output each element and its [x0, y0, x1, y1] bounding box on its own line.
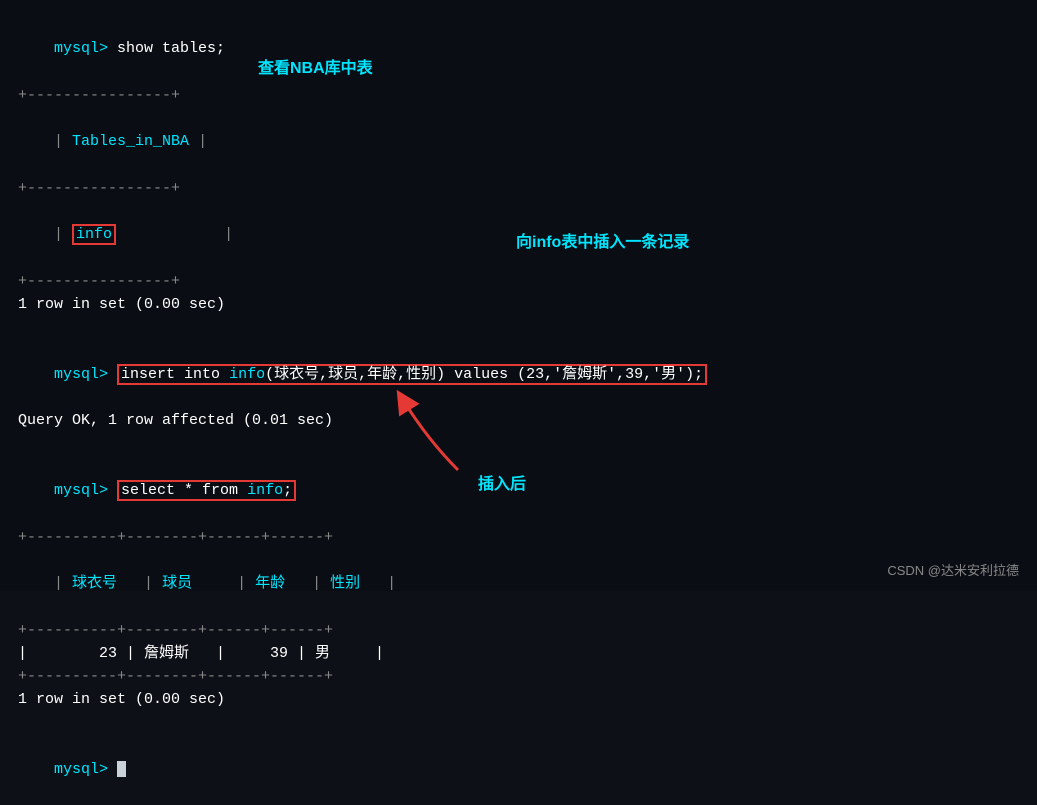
select-header-row: | 球衣号 | 球员 | 年龄 | 性别 | — [18, 549, 1019, 619]
annotation-after-insert: 插入后 — [478, 470, 526, 494]
blank2 — [18, 433, 1019, 456]
select-border-top: +----------+--------+------+------+ — [18, 526, 1019, 549]
terminal-window: mysql> show tables; +----------------+ |… — [0, 0, 1037, 591]
annotation-view-tables: 查看NBA库中表 — [258, 54, 373, 78]
select-data-row: | 23 | 詹姆斯 | 39 | 男 | — [18, 642, 1019, 665]
result-insert: Query OK, 1 row affected (0.01 sec) — [18, 409, 1019, 432]
table-border-bottom: +----------------+ — [18, 270, 1019, 293]
terminal-cursor — [117, 761, 126, 777]
insert-statement: insert into info(球衣号,球员,年龄,性别) values (2… — [117, 364, 707, 385]
select-border-bottom: +----------+--------+------+------+ — [18, 665, 1019, 688]
table-border-mid: +----------------+ — [18, 177, 1019, 200]
select-border-mid: +----------+--------+------+------+ — [18, 619, 1019, 642]
watermark: CSDN @达米安利拉德 — [887, 560, 1019, 579]
result-show-tables: 1 row in set (0.00 sec) — [18, 293, 1019, 316]
cmd-show-tables: mysql> show tables; — [18, 14, 1019, 84]
result-select: 1 row in set (0.00 sec) — [18, 688, 1019, 711]
blank3 — [18, 712, 1019, 735]
select-statement: select * from info; — [117, 480, 296, 501]
info-cell: info — [72, 224, 116, 245]
blank1 — [18, 316, 1019, 339]
table-border-top: +----------------+ — [18, 84, 1019, 107]
cmd-insert: mysql> insert into info(球衣号,球员,年龄,性别) va… — [18, 340, 1019, 410]
table-header-row: | Tables_in_NBA | — [18, 107, 1019, 177]
final-prompt: mysql> — [18, 735, 1019, 805]
annotation-insert: 向info表中插入一条记录 — [516, 228, 689, 252]
arrow-icon — [388, 390, 468, 480]
